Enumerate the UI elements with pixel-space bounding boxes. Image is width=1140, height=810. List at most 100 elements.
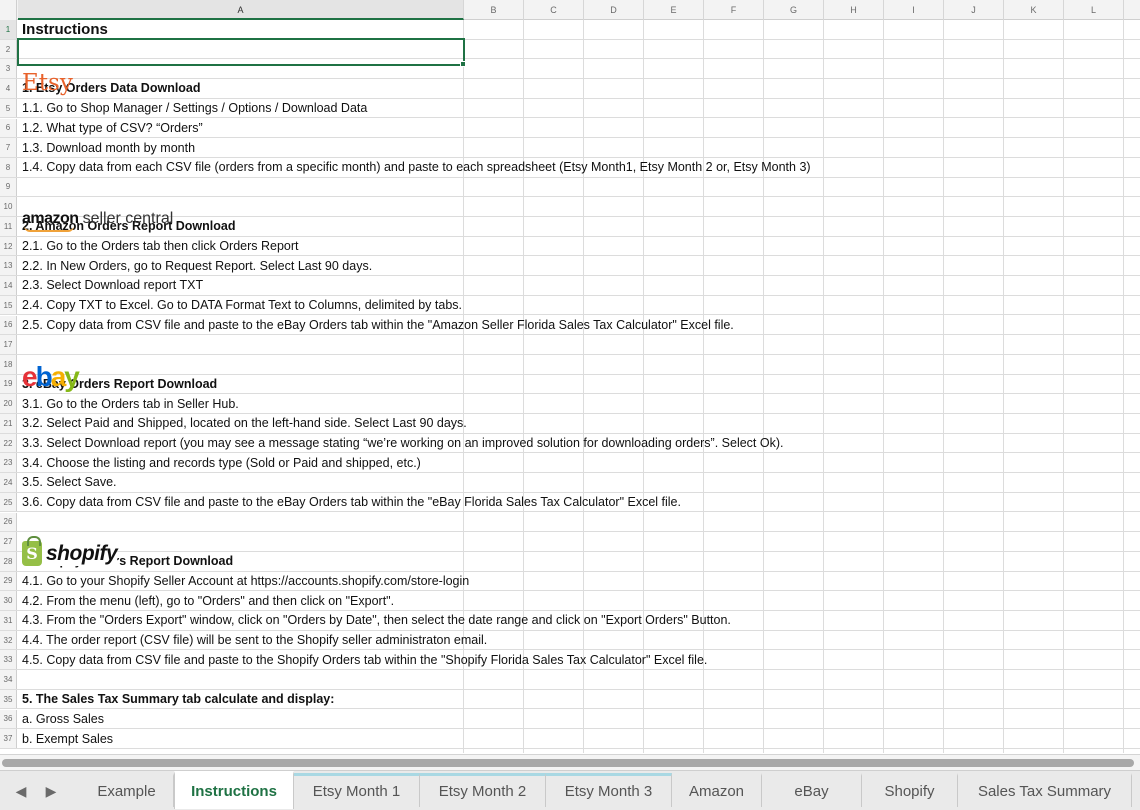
table-row: 18 (0, 354, 1140, 375)
row-header[interactable]: 27 (0, 532, 17, 551)
fill-handle[interactable] (460, 61, 466, 67)
row-header[interactable]: 18 (0, 354, 17, 374)
row-header[interactable]: 17 (0, 335, 17, 354)
row-header[interactable]: 19 (0, 374, 17, 394)
column-header-f[interactable]: F (704, 0, 764, 20)
row-header[interactable]: 13 (0, 256, 17, 276)
cell-a[interactable]: 4.3. From the "Orders Export" window, cl… (18, 611, 731, 630)
cell-a[interactable]: 4.4. The order report (CSV file) will be… (18, 631, 487, 650)
cell-a[interactable]: 1.3. Download month by month (18, 138, 195, 157)
column-header-c[interactable]: C (524, 0, 584, 20)
cell-a[interactable]: 1.4. Copy data from each CSV file (order… (18, 158, 811, 177)
row-header[interactable]: 12 (0, 236, 17, 256)
row-header[interactable]: 24 (0, 473, 17, 492)
column-header-j[interactable]: J (944, 0, 1004, 20)
row-header[interactable]: 2 (0, 39, 17, 59)
cell-a[interactable]: 3.6. Copy data from CSV file and paste t… (18, 493, 681, 512)
cell-a[interactable] (18, 513, 22, 532)
cell-a[interactable]: 3.5. Select Save. (18, 473, 117, 492)
prev-sheet-arrow-icon[interactable]: ◀ (10, 779, 32, 803)
row-header[interactable]: 14 (0, 276, 17, 295)
row-header[interactable]: 3 (0, 59, 17, 79)
table-row: 24 3.5. Select Save. (0, 473, 1140, 493)
cell-a[interactable] (18, 670, 22, 689)
column-header-l[interactable]: L (1064, 0, 1124, 20)
table-row: 14 2.3. Select Download report TXT (0, 276, 1140, 296)
row-header[interactable]: 4 (0, 79, 17, 98)
sheet-tab-etsy-month-1[interactable]: Etsy Month 1 (294, 773, 420, 807)
sheet-tab-ebay[interactable]: eBay (762, 773, 862, 807)
row-header[interactable]: 8 (0, 157, 17, 177)
row-header[interactable]: 30 (0, 591, 17, 610)
cell-a[interactable]: 2.2. In New Orders, go to Request Report… (18, 256, 372, 275)
row-header[interactable]: 25 (0, 492, 17, 512)
cell-a[interactable]: 1.2. What type of CSV? “Orders” (18, 119, 203, 138)
scrollbar-thumb[interactable] (2, 759, 1134, 767)
column-header-e[interactable]: E (644, 0, 704, 20)
row-header[interactable]: 32 (0, 630, 17, 650)
column-header-b[interactable]: B (464, 0, 524, 20)
row-header[interactable]: 10 (0, 197, 17, 216)
row-header[interactable]: 36 (0, 709, 17, 729)
sheet-tab-bar: ◀ ▶ Example Instructions Etsy Month 1 Etsy … (0, 770, 1140, 810)
column-header-h[interactable]: H (824, 0, 884, 20)
column-header-i[interactable]: I (884, 0, 944, 20)
cell-a[interactable]: a. Gross Sales (18, 710, 104, 729)
cell-a[interactable]: 1.1. Go to Shop Manager / Settings / Opt… (18, 99, 367, 118)
row-header[interactable]: 21 (0, 414, 17, 433)
cell-a[interactable]: 3.1. Go to the Orders tab in Seller Hub. (18, 394, 239, 413)
row-header[interactable]: 37 (0, 729, 17, 748)
sheet-tab-etsy-month-3[interactable]: Etsy Month 3 (546, 773, 672, 807)
cell-a[interactable]: 2.4. Copy TXT to Excel. Go to DATA Forma… (18, 296, 462, 315)
cell-a[interactable]: 3.4. Choose the listing and records type… (18, 453, 421, 472)
table-row: 22 3.3. Select Download report (you may s… (0, 433, 1140, 454)
row-header[interactable]: 22 (0, 433, 17, 453)
row-header[interactable]: 7 (0, 138, 17, 157)
cell-a[interactable]: 3.3. Select Download report (you may see… (18, 434, 784, 453)
cell-a[interactable] (18, 335, 22, 354)
cell-a[interactable]: 2.3. Select Download report TXT (18, 276, 203, 295)
row-header[interactable]: 1 (0, 20, 17, 39)
cell-a[interactable]: 5. The Sales Tax Summary tab calculate a… (18, 690, 334, 709)
row-header[interactable]: 29 (0, 571, 17, 591)
horizontal-scrollbar[interactable] (0, 754, 1140, 770)
table-row: 15 2.4. Copy TXT to Excel. Go to DATA For… (0, 295, 1140, 316)
cell-a[interactable]: 2.5. Copy data from CSV file and paste t… (18, 316, 734, 335)
sheet-tab-etsy-month-2[interactable]: Etsy Month 2 (420, 773, 546, 807)
row-header[interactable]: 35 (0, 689, 17, 709)
table-row: 25 3.6. Copy data from CSV file and paste… (0, 492, 1140, 513)
row-header[interactable]: 5 (0, 98, 17, 118)
row-header[interactable]: 11 (0, 217, 17, 236)
table-row: 29 4.1. Go to your Shopify Seller Account… (0, 571, 1140, 592)
column-header-g[interactable]: G (764, 0, 824, 20)
column-header-k[interactable]: K (1004, 0, 1064, 20)
cell-a[interactable]: 4.5. Copy data from CSV file and paste t… (18, 650, 707, 669)
row-header[interactable]: 6 (0, 118, 17, 138)
row-header[interactable]: 16 (0, 315, 17, 335)
cell-a[interactable] (18, 178, 22, 197)
cell-a[interactable]: 4.1. Go to your Shopify Seller Account a… (18, 572, 469, 591)
column-header-a[interactable]: A (18, 0, 464, 20)
sheet-tab-amazon[interactable]: Amazon (672, 773, 762, 807)
cell-a[interactable]: Instructions (18, 20, 108, 39)
select-all-corner[interactable] (0, 0, 17, 20)
next-sheet-arrow-icon[interactable]: ▶ (40, 779, 62, 803)
row-header[interactable]: 33 (0, 650, 17, 670)
row-header[interactable]: 28 (0, 551, 17, 571)
row-header[interactable]: 31 (0, 611, 17, 630)
cell-a[interactable]: 4.2. From the menu (left), go to "Orders… (18, 591, 394, 610)
sheet-tab-instructions[interactable]: Instructions (174, 771, 294, 809)
cell-a[interactable]: 2.1. Go to the Orders tab then click Ord… (18, 237, 299, 256)
sheet-tab-sales-tax-summary[interactable]: Sales Tax Summary (958, 773, 1132, 807)
row-header[interactable]: 23 (0, 453, 17, 473)
row-header[interactable]: 20 (0, 394, 17, 413)
row-header[interactable]: 9 (0, 177, 17, 197)
sheet-tab-shopify[interactable]: Shopify (862, 773, 958, 807)
sheet-tab-example[interactable]: Example (80, 773, 174, 807)
cell-a[interactable]: b. Exempt Sales (18, 729, 113, 748)
row-header[interactable]: 15 (0, 295, 17, 315)
row-header[interactable]: 26 (0, 512, 17, 532)
cell-a[interactable]: 3.2. Select Paid and Shipped, located on… (18, 414, 467, 433)
row-header[interactable]: 34 (0, 670, 17, 689)
column-header-d[interactable]: D (584, 0, 644, 20)
